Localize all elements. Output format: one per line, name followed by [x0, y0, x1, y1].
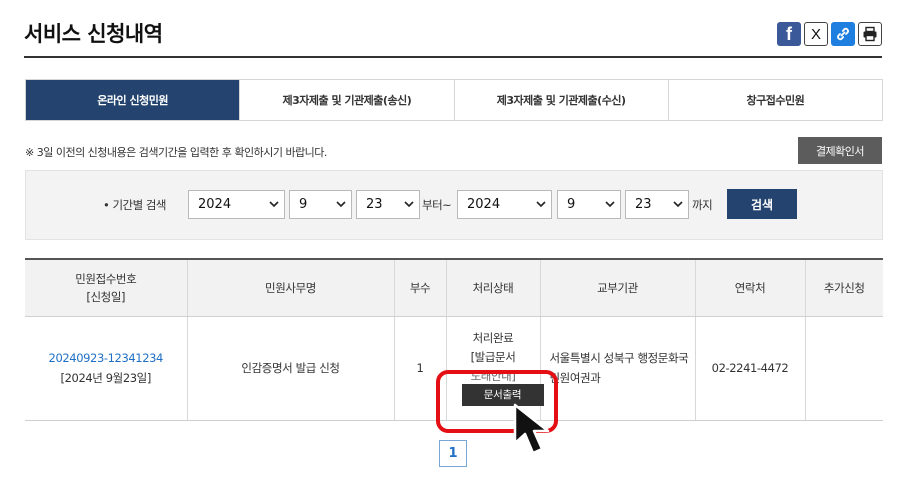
page-1-button[interactable]: 1	[439, 440, 467, 467]
from-day-select[interactable]: 23	[356, 190, 420, 219]
print-icon[interactable]	[858, 22, 882, 46]
chevron-down-icon	[404, 201, 414, 208]
receipt-number-link[interactable]: 20240923-12341234	[25, 348, 187, 368]
contact-cell: 02-2241-4472	[694, 316, 805, 421]
header-issuing-org: 교부기관	[539, 258, 695, 317]
link-icon[interactable]	[831, 22, 855, 46]
tab-third-party-received[interactable]: 제3자제출 및 기관제출(수신)	[453, 80, 668, 120]
to-day-value: 23	[635, 197, 652, 212]
chevron-down-icon	[673, 201, 683, 208]
receipt-cell: 20240923-12341234 [2024년 9월23일]	[25, 316, 187, 421]
from-year-value: 2024	[198, 197, 232, 212]
header-additional: 추가신청	[804, 258, 883, 317]
to-month-select[interactable]: 9	[557, 190, 621, 219]
status-completed: 처리완료	[472, 330, 514, 345]
issuing-org-cell: 서울특별시 성북구 행정문화국 민원여권과	[539, 316, 695, 421]
to-year-select[interactable]: 2024	[457, 190, 552, 219]
header-service-name: 민원사무명	[186, 258, 394, 317]
chevron-down-icon	[269, 201, 279, 208]
mouse-pointer-icon	[513, 403, 550, 455]
to-year-value: 2024	[467, 197, 501, 212]
org-line-1: 서울특별시 성북구 행정문화국	[549, 351, 689, 365]
service-name-cell: 인감증명서 발급 신청	[186, 316, 394, 421]
search-period-label: • 기간별 검색	[103, 198, 167, 212]
from-suffix-label: 부터~	[422, 198, 452, 212]
from-year-select[interactable]: 2024	[188, 190, 285, 219]
chevron-down-icon	[336, 201, 346, 208]
header-receipt-no: 민원접수번호 [신청일]	[25, 258, 187, 317]
header-contact: 연락처	[694, 258, 805, 317]
to-month-value: 9	[567, 197, 576, 212]
payment-confirmation-button[interactable]: 결제확인서	[798, 137, 882, 164]
additional-cell	[804, 316, 883, 421]
table-header-row: 민원접수번호 [신청일] 민원사무명 부수 처리상태 교부기관 연락처 추가신청	[25, 258, 883, 317]
page-title: 서비스 신청내역	[24, 22, 163, 46]
tab-bar: 온라인 신청민원 제3자제출 및 기관제출(송신) 제3자제출 및 기관제출(수…	[25, 79, 883, 121]
tab-online-requests[interactable]: 온라인 신청민원	[26, 80, 240, 120]
notice-text: ※ 3일 이전의 신청내용은 검색기간을 입력한 후 확인하시기 바랍니다.	[25, 146, 327, 159]
tab-third-party-sent[interactable]: 제3자제출 및 기관제출(송신)	[239, 80, 454, 120]
to-day-select[interactable]: 23	[625, 190, 689, 219]
to-suffix-label: 까지	[692, 198, 713, 212]
status-note-line1: [발급문서	[470, 349, 516, 364]
from-month-select[interactable]: 9	[289, 190, 352, 219]
org-line-2: 민원여권과	[549, 371, 601, 385]
tab-counter-requests[interactable]: 창구접수민원	[667, 80, 882, 120]
request-date: [2024년 9월23일]	[60, 371, 152, 385]
chevron-down-icon	[536, 201, 546, 208]
search-button[interactable]: 검색	[727, 189, 797, 219]
from-month-value: 9	[299, 197, 308, 212]
x-icon[interactable]: X	[804, 22, 828, 46]
header-status: 처리상태	[445, 258, 540, 317]
from-day-value: 23	[366, 197, 383, 212]
share-toolbar: f X	[777, 22, 882, 46]
title-divider	[24, 56, 882, 58]
facebook-icon[interactable]: f	[777, 22, 801, 46]
header-copies: 부수	[393, 258, 446, 317]
chevron-down-icon	[605, 201, 615, 208]
